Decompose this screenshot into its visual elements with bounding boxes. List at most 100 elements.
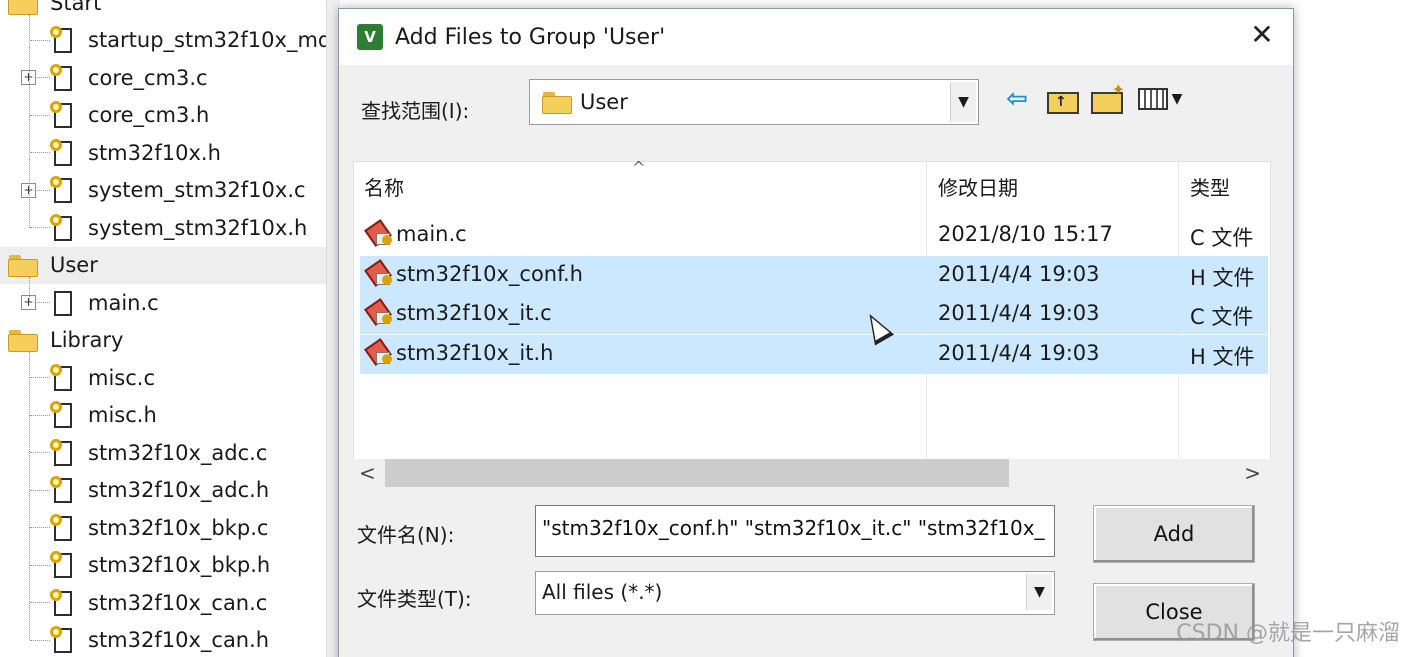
file-name: stm32f10x_it.h [396, 340, 554, 365]
tree-connector [30, 452, 50, 453]
tree-connector [29, 351, 30, 641]
tree-group-label: Library [50, 328, 124, 352]
file-type: C 文件 [1190, 305, 1254, 329]
file-type: H 文件 [1190, 344, 1255, 369]
sort-caret-icon: ^ [632, 158, 646, 177]
tree-group[interactable]: Library [8, 322, 123, 359]
file-key-icon [50, 588, 76, 617]
tree-file-item[interactable]: stm32f10x_bkp.h [50, 547, 270, 584]
file-name: main.c [396, 222, 467, 246]
tree-group-label: Start [50, 0, 102, 15]
up-folder-icon[interactable]: ↑ [1043, 81, 1079, 117]
tree-file-label: stm32f10x_adc.h [88, 478, 270, 502]
tree-file-label: core_cm3.c [88, 65, 208, 90]
keil-app-icon: V [357, 24, 383, 50]
back-arrow-icon[interactable]: ⇦ [999, 81, 1035, 117]
tree-group-label: User [50, 253, 98, 277]
chevron-down-icon: ▼ [1171, 91, 1183, 107]
tree-file-item[interactable]: stm32f10x_bkp.c [50, 509, 268, 546]
tree-file-label: stm32f10x_can.c [88, 590, 268, 615]
add-button[interactable]: Add [1093, 505, 1255, 563]
tree-file-item[interactable]: main.c [50, 284, 159, 321]
tree-file-item[interactable]: stm32f10x_can.c [50, 584, 267, 621]
file-key-icon [50, 551, 76, 579]
tree-file-item[interactable]: stm32f10x_adc.c [50, 434, 267, 471]
lookin-dropdown[interactable]: User ▼ [529, 79, 979, 125]
chevron-down-icon[interactable]: ▼ [1026, 574, 1052, 610]
scroll-left-icon[interactable]: < [359, 461, 376, 485]
tree-connector [30, 114, 50, 116]
scrollbar-thumb[interactable] [385, 459, 1009, 487]
tree-file-item[interactable]: system_stm32f10x.h [50, 209, 307, 246]
chevron-down-icon[interactable]: ▼ [950, 82, 976, 122]
filetype-dropdown[interactable]: All files (*.*) ▼ [535, 571, 1055, 615]
tree-connector [30, 527, 50, 528]
file-key-icon [50, 401, 76, 429]
folder-icon [8, 330, 38, 352]
tree-connector [30, 227, 50, 228]
dialog-titlebar[interactable]: V Add Files to Group 'User' ✕ [339, 9, 1293, 65]
file-key-icon [50, 213, 76, 242]
new-folder-icon[interactable]: ✦ [1087, 80, 1125, 117]
watermark: CSDN @就是一只麻溜 [1176, 621, 1400, 646]
file-row[interactable]: stm32f10x_it.h 2011/4/4 19:03 H 文件 [360, 334, 1268, 374]
tree-file-label: system_stm32f10x.h [88, 215, 308, 240]
add-files-dialog: V Add Files to Group 'User' ✕ 查找范围(I): U… [338, 8, 1294, 657]
folder-icon [8, 0, 38, 15]
close-icon[interactable]: ✕ [1247, 21, 1277, 51]
file-name: stm32f10x_conf.h [396, 261, 583, 286]
file-key-icon [50, 63, 76, 92]
scroll-right-icon[interactable]: > [1244, 461, 1261, 485]
tree-file-label: startup_stm32f10x_md.s [88, 28, 349, 52]
filetype-label: 文件类型(T): [357, 587, 472, 611]
tree-file-item[interactable]: stm32f10x_can.h [50, 622, 269, 657]
horizontal-scrollbar[interactable]: < > [353, 459, 1271, 489]
folder-icon [542, 92, 572, 114]
c-source-file-icon [364, 258, 394, 289]
tree-file-label: core_cm3.h [88, 103, 210, 127]
view-menu-icon[interactable]: ▼ [1131, 81, 1189, 117]
filetype-value: All files (*.*) [542, 580, 663, 604]
file-row[interactable]: main.c 2021/8/10 15:17 C 文件 [360, 216, 1268, 255]
tree-connector [30, 564, 50, 566]
lookin-label: 查找范围(I): [361, 99, 470, 123]
tree-file-item[interactable]: misc.c [50, 359, 155, 396]
tree-file-item[interactable]: core_cm3.c [50, 59, 208, 96]
file-list[interactable]: ^ 名称 修改日期 类型 main.c 2021/8/10 15:17 C 文件 st… [353, 158, 1271, 489]
filename-label: 文件名(N): [357, 523, 455, 547]
tree-connector [30, 639, 50, 641]
column-header-name[interactable]: 名称 [364, 172, 404, 201]
column-header-type[interactable]: 类型 [1190, 172, 1230, 201]
tree-file-item[interactable]: misc.h [50, 397, 157, 434]
file-key-icon [50, 513, 76, 542]
tree-file-item[interactable]: startup_stm32f10x_md.s [50, 22, 349, 59]
tree-file-label: misc.h [88, 403, 157, 427]
filename-input[interactable]: "stm32f10x_conf.h" "stm32f10x_it.c" "stm… [535, 505, 1055, 557]
tree-connector [30, 377, 50, 378]
file-row[interactable]: stm32f10x_conf.h 2011/4/4 19:03 H 文件 [360, 255, 1268, 295]
file-type: H 文件 [1190, 265, 1255, 290]
column-header-date[interactable]: 修改日期 [938, 172, 1018, 201]
tree-file-item[interactable]: core_cm3.h [50, 97, 209, 134]
tree-connector [29, 14, 30, 228]
file-date: 2011/4/4 19:03 [938, 301, 1100, 325]
c-source-file-icon [364, 298, 394, 328]
file-name: stm32f10x_it.c [396, 301, 552, 325]
tree-file-label: main.c [88, 290, 159, 315]
tree-file-item[interactable]: stm32f10x_adc.h [50, 472, 269, 509]
file-type: C 文件 [1190, 226, 1254, 250]
file-key-icon [50, 101, 76, 129]
file-key-icon [50, 176, 76, 204]
c-source-file-icon [364, 219, 394, 249]
tree-group[interactable]: User [0, 246, 338, 284]
tree-connector [30, 602, 50, 603]
file-date: 2011/4/4 19:03 [938, 340, 1100, 365]
tree-file-item[interactable]: stm32f10x.h [50, 134, 221, 171]
tree-file-item[interactable]: system_stm32f10x.c [50, 172, 306, 209]
tree-group[interactable]: Start [8, 0, 101, 21]
file-key-icon [50, 476, 76, 504]
tree-connector [29, 276, 30, 303]
file-key-icon [50, 626, 76, 654]
file-row[interactable]: stm32f10x_it.c 2011/4/4 19:03 C 文件 [360, 295, 1268, 334]
tree-file-label: stm32f10x_bkp.h [88, 553, 271, 577]
